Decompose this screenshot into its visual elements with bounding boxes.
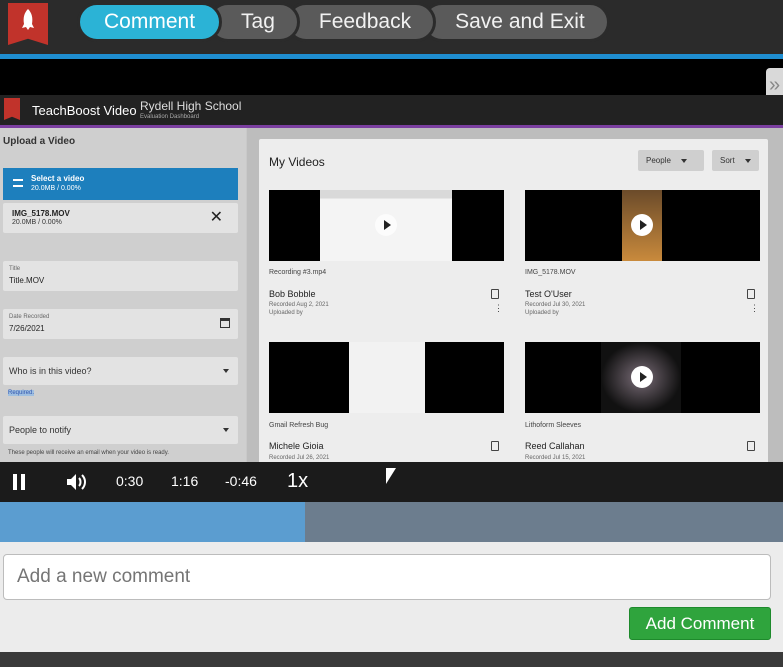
video-uploaded: Uploaded by: [269, 310, 303, 316]
chevron-down-icon: [223, 428, 229, 432]
people-filter: People: [638, 150, 704, 171]
calendar-icon: [220, 318, 230, 328]
video-logo-icon: [4, 98, 20, 120]
video-recorded: Recorded Jul 26, 2021: [269, 455, 330, 461]
select-video-bar: Select a video 20.0MB / 0.00%: [3, 168, 238, 200]
video-person: Michele Gioia: [269, 441, 324, 451]
video-recorded: Recorded Jul 30, 2021: [525, 302, 586, 308]
menu-icon: [13, 179, 23, 187]
toolbar-tabs: Comment Tag Feedback Save and Exit: [77, 2, 610, 42]
select-video-size: 20.0MB / 0.00%: [31, 185, 81, 192]
duration: 1:16: [171, 473, 199, 489]
sort-filter-label: Sort: [720, 156, 735, 165]
select-video-label: Select a video: [31, 174, 85, 183]
notify-placeholder: People to notify: [9, 425, 72, 435]
video-thumbnail: [269, 190, 504, 261]
current-time: 0:30: [116, 473, 144, 489]
more-options-icon: ⋮: [750, 303, 759, 313]
who-dropdown: Who is in this video?: [3, 357, 238, 385]
video-app-header: TeachBoost Video Rydell High School Eval…: [0, 95, 783, 125]
video-file-name: Gmail Refresh Bug: [269, 422, 329, 429]
chevron-down-icon: [680, 158, 687, 163]
progress-fill: [0, 502, 306, 542]
title-value: Title.MOV: [9, 276, 45, 285]
video-recorded: Recorded Aug 2, 2021: [269, 302, 329, 308]
comment-input[interactable]: [3, 554, 771, 600]
video-letterbox-top: [0, 59, 783, 95]
date-label: Date Recorded: [9, 314, 50, 320]
top-toolbar: Comment Tag Feedback Save and Exit: [0, 0, 783, 54]
required-text: Required.: [8, 390, 35, 396]
title-label: Title: [9, 266, 21, 272]
document-icon: [491, 441, 499, 451]
add-comment-button[interactable]: Add Comment: [629, 607, 771, 640]
file-name: IMG_5178.MOV: [12, 209, 70, 218]
remaining-time: -0:46: [225, 473, 257, 489]
video-person: Bob Bobble: [269, 289, 316, 299]
video-app-title: TeachBoost Video: [32, 103, 137, 118]
document-icon: [491, 289, 499, 299]
document-icon: [747, 441, 755, 451]
date-value: 7/26/2021: [9, 324, 45, 333]
video-file-name: IMG_5178.MOV: [525, 269, 576, 276]
who-placeholder: Who is in this video?: [9, 366, 92, 376]
tab-feedback[interactable]: Feedback: [285, 2, 437, 42]
title-field: Title Title.MOV: [3, 261, 238, 291]
people-filter-label: People: [646, 156, 671, 165]
video-person: Reed Callahan: [525, 441, 585, 451]
video-uploaded: Uploaded by: [525, 310, 559, 316]
app-root: Comment Tag Feedback Save and Exit » Tea…: [0, 0, 783, 667]
tab-comment[interactable]: Comment: [77, 2, 223, 42]
play-icon: [631, 214, 653, 236]
video-school-sub: Evaluation Dashboard: [140, 114, 200, 120]
bottom-strip: [0, 652, 783, 667]
play-icon: [631, 366, 653, 388]
rocket-icon[interactable]: [8, 3, 48, 45]
save-and-exit-button[interactable]: Save and Exit: [422, 2, 610, 42]
file-size: 20.0MB / 0.00%: [12, 219, 62, 226]
playback-speed-button[interactable]: 1x: [287, 470, 308, 493]
notify-hint: These people will receive an email when …: [8, 450, 169, 456]
video-school-name: Rydell High School: [140, 99, 242, 113]
upload-heading: Upload a Video: [3, 136, 76, 147]
video-thumbnail: [525, 190, 760, 261]
sort-filter: Sort: [712, 150, 759, 171]
document-icon: [747, 289, 755, 299]
pause-icon[interactable]: [13, 474, 26, 490]
chevron-down-icon: [744, 158, 751, 163]
file-card: IMG_5178.MOV 20.0MB / 0.00% ✕: [3, 203, 238, 233]
date-field: Date Recorded 7/26/2021: [3, 309, 238, 339]
play-icon: [375, 214, 397, 236]
video-thumbnail: [525, 342, 760, 413]
close-icon: ✕: [209, 209, 223, 226]
video-progress-bar[interactable]: [0, 502, 783, 542]
mouse-cursor-icon: [386, 468, 396, 484]
more-options-icon: ⋮: [494, 303, 503, 313]
notify-dropdown: People to notify: [3, 416, 238, 444]
my-videos-heading: My Videos: [269, 155, 325, 169]
video-thumbnail: [269, 342, 504, 413]
video-file-name: Lithoform Sleeves: [525, 422, 582, 429]
video-person: Test O'User: [525, 289, 572, 299]
video-recorded: Recorded Jul 15, 2021: [525, 455, 586, 461]
comment-area: Add Comment: [0, 542, 783, 652]
volume-icon[interactable]: [66, 473, 86, 491]
video-file-name: Recording #3.mp4: [269, 269, 327, 276]
chevron-down-icon: [223, 369, 229, 373]
my-videos-card: My Videos People Sort Recording #3.mp4 B…: [259, 139, 768, 469]
